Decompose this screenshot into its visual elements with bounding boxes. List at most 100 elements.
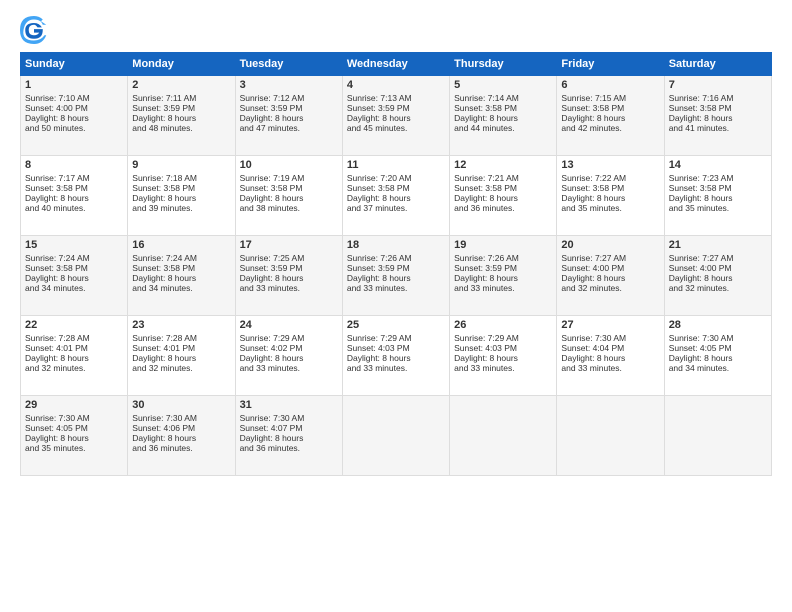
day-info-line: Daylight: 8 hours	[25, 113, 123, 123]
day-number: 12	[454, 159, 552, 171]
day-info-line: Daylight: 8 hours	[454, 193, 552, 203]
weekday-header-row: SundayMondayTuesdayWednesdayThursdayFrid…	[21, 53, 772, 76]
day-info-line: Sunset: 3:59 PM	[240, 263, 338, 273]
day-info-line: Sunset: 4:01 PM	[25, 343, 123, 353]
day-info-line: Sunrise: 7:28 AM	[25, 333, 123, 343]
calendar-cell: 13Sunrise: 7:22 AMSunset: 3:58 PMDayligh…	[557, 156, 664, 236]
day-info-line: Sunset: 4:00 PM	[561, 263, 659, 273]
day-number: 3	[240, 79, 338, 91]
day-info-line: and 35 minutes.	[561, 203, 659, 213]
day-info-line: and 40 minutes.	[25, 203, 123, 213]
weekday-header-friday: Friday	[557, 53, 664, 76]
weekday-header-sunday: Sunday	[21, 53, 128, 76]
day-number: 13	[561, 159, 659, 171]
day-info-line: Sunrise: 7:28 AM	[132, 333, 230, 343]
day-number: 28	[669, 319, 767, 331]
day-number: 14	[669, 159, 767, 171]
day-info-line: Daylight: 8 hours	[132, 353, 230, 363]
day-info-line: Daylight: 8 hours	[132, 113, 230, 123]
day-number: 7	[669, 79, 767, 91]
day-number: 31	[240, 399, 338, 411]
calendar-cell: 11Sunrise: 7:20 AMSunset: 3:58 PMDayligh…	[342, 156, 449, 236]
day-info-line: Sunrise: 7:16 AM	[669, 93, 767, 103]
day-info-line: Sunset: 3:59 PM	[347, 263, 445, 273]
day-number: 2	[132, 79, 230, 91]
day-number: 11	[347, 159, 445, 171]
calendar-cell: 30Sunrise: 7:30 AMSunset: 4:06 PMDayligh…	[128, 396, 235, 476]
day-info-line: Sunrise: 7:27 AM	[669, 253, 767, 263]
day-info-line: Sunset: 3:58 PM	[25, 183, 123, 193]
day-number: 8	[25, 159, 123, 171]
day-info-line: and 38 minutes.	[240, 203, 338, 213]
calendar-cell	[342, 396, 449, 476]
weekday-header-monday: Monday	[128, 53, 235, 76]
day-info-line: Sunrise: 7:23 AM	[669, 173, 767, 183]
day-info-line: Sunrise: 7:11 AM	[132, 93, 230, 103]
day-info-line: and 34 minutes.	[132, 283, 230, 293]
calendar-cell: 7Sunrise: 7:16 AMSunset: 3:58 PMDaylight…	[664, 76, 771, 156]
day-info-line: Daylight: 8 hours	[347, 193, 445, 203]
day-number: 25	[347, 319, 445, 331]
day-info-line: Sunset: 4:00 PM	[25, 103, 123, 113]
day-info-line: and 33 minutes.	[240, 363, 338, 373]
day-info-line: Daylight: 8 hours	[347, 353, 445, 363]
day-info-line: and 32 minutes.	[132, 363, 230, 373]
day-number: 6	[561, 79, 659, 91]
week-row-5: 29Sunrise: 7:30 AMSunset: 4:05 PMDayligh…	[21, 396, 772, 476]
day-info-line: Daylight: 8 hours	[240, 273, 338, 283]
calendar-cell: 28Sunrise: 7:30 AMSunset: 4:05 PMDayligh…	[664, 316, 771, 396]
day-info-line: Sunrise: 7:14 AM	[454, 93, 552, 103]
day-info-line: Daylight: 8 hours	[561, 113, 659, 123]
day-info-line: Sunrise: 7:12 AM	[240, 93, 338, 103]
day-info-line: Daylight: 8 hours	[240, 353, 338, 363]
day-info-line: Sunrise: 7:19 AM	[240, 173, 338, 183]
day-number: 22	[25, 319, 123, 331]
logo-icon	[20, 16, 48, 44]
day-info-line: and 36 minutes.	[240, 443, 338, 453]
day-info-line: Daylight: 8 hours	[347, 273, 445, 283]
day-info-line: Sunset: 3:58 PM	[669, 183, 767, 193]
day-info-line: and 36 minutes.	[132, 443, 230, 453]
calendar-cell: 25Sunrise: 7:29 AMSunset: 4:03 PMDayligh…	[342, 316, 449, 396]
calendar-cell: 17Sunrise: 7:25 AMSunset: 3:59 PMDayligh…	[235, 236, 342, 316]
day-number: 17	[240, 239, 338, 251]
calendar-cell: 20Sunrise: 7:27 AMSunset: 4:00 PMDayligh…	[557, 236, 664, 316]
day-info-line: and 39 minutes.	[132, 203, 230, 213]
day-info-line: Daylight: 8 hours	[669, 113, 767, 123]
day-number: 16	[132, 239, 230, 251]
calendar-cell: 4Sunrise: 7:13 AMSunset: 3:59 PMDaylight…	[342, 76, 449, 156]
calendar-cell: 3Sunrise: 7:12 AMSunset: 3:59 PMDaylight…	[235, 76, 342, 156]
day-info-line: Daylight: 8 hours	[347, 113, 445, 123]
calendar-cell: 18Sunrise: 7:26 AMSunset: 3:59 PMDayligh…	[342, 236, 449, 316]
day-info-line: Sunset: 3:58 PM	[240, 183, 338, 193]
day-info-line: Sunset: 3:58 PM	[561, 103, 659, 113]
day-info-line: Daylight: 8 hours	[669, 193, 767, 203]
day-info-line: and 33 minutes.	[240, 283, 338, 293]
day-info-line: and 47 minutes.	[240, 123, 338, 133]
day-number: 23	[132, 319, 230, 331]
day-info-line: Daylight: 8 hours	[240, 433, 338, 443]
day-info-line: and 41 minutes.	[669, 123, 767, 133]
calendar-cell: 10Sunrise: 7:19 AMSunset: 3:58 PMDayligh…	[235, 156, 342, 236]
day-info-line: and 33 minutes.	[454, 363, 552, 373]
calendar-cell: 5Sunrise: 7:14 AMSunset: 3:58 PMDaylight…	[450, 76, 557, 156]
calendar-cell	[664, 396, 771, 476]
day-info-line: Sunset: 3:58 PM	[347, 183, 445, 193]
day-info-line: Sunrise: 7:30 AM	[561, 333, 659, 343]
day-info-line: and 44 minutes.	[454, 123, 552, 133]
calendar-cell: 24Sunrise: 7:29 AMSunset: 4:02 PMDayligh…	[235, 316, 342, 396]
day-info-line: Daylight: 8 hours	[454, 353, 552, 363]
day-info-line: Sunset: 3:58 PM	[454, 183, 552, 193]
day-info-line: Daylight: 8 hours	[561, 273, 659, 283]
day-info-line: Sunset: 4:03 PM	[347, 343, 445, 353]
day-info-line: Sunset: 3:59 PM	[240, 103, 338, 113]
calendar-cell: 23Sunrise: 7:28 AMSunset: 4:01 PMDayligh…	[128, 316, 235, 396]
day-info-line: Sunset: 4:03 PM	[454, 343, 552, 353]
day-info-line: Sunrise: 7:17 AM	[25, 173, 123, 183]
day-info-line: Sunrise: 7:15 AM	[561, 93, 659, 103]
calendar-cell: 26Sunrise: 7:29 AMSunset: 4:03 PMDayligh…	[450, 316, 557, 396]
day-number: 30	[132, 399, 230, 411]
day-number: 15	[25, 239, 123, 251]
calendar-cell: 8Sunrise: 7:17 AMSunset: 3:58 PMDaylight…	[21, 156, 128, 236]
calendar-table: SundayMondayTuesdayWednesdayThursdayFrid…	[20, 52, 772, 476]
